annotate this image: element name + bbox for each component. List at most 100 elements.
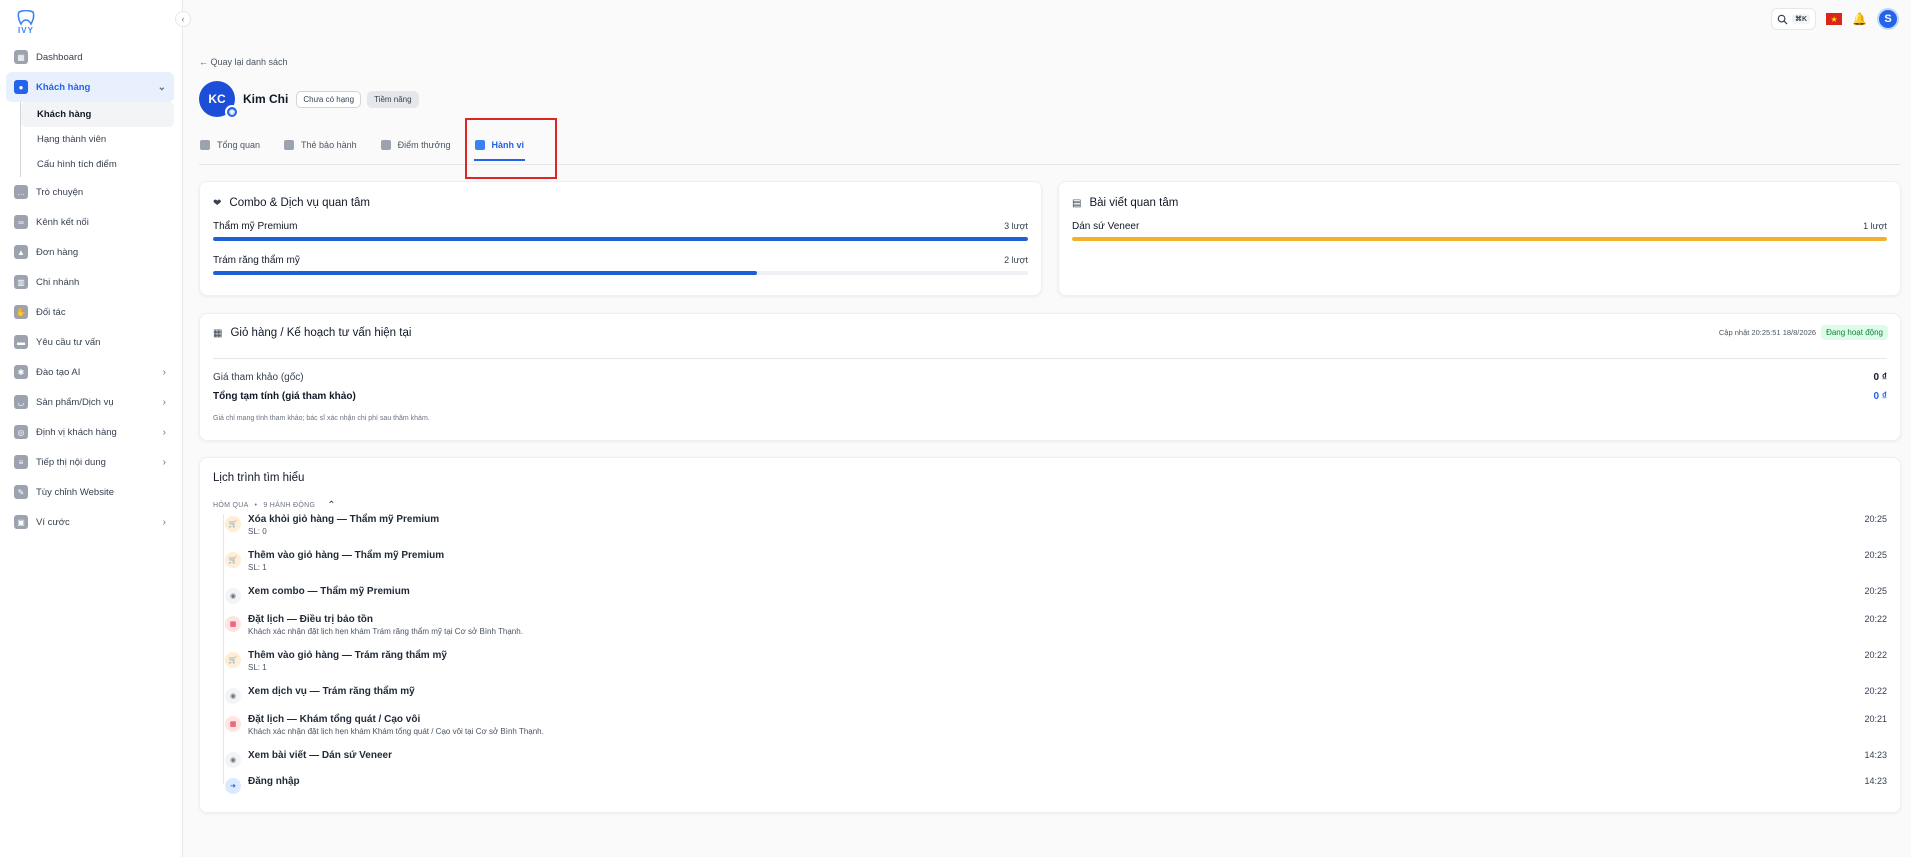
customers-subnav: Khách hàng Hạng thành viên Cấu hình tích…	[20, 102, 174, 177]
search-button[interactable]: ⌘K	[1770, 8, 1817, 30]
sidebar-item-ai-training[interactable]: ✱ Đào tạo AI ›	[6, 357, 174, 387]
timeline-event: ▦ Đặt lịch — Điều trị bảo tồn Khách xác nh…	[213, 614, 1887, 636]
sidebar-item-label: Sản phẩm/Dịch vụ	[36, 396, 114, 408]
eye-icon: ◉	[225, 752, 241, 768]
eye-icon: ◉	[225, 688, 241, 704]
target-icon: ◎	[14, 425, 28, 439]
building-icon: ▥	[14, 275, 28, 289]
timeline-event-detail: Khách xác nhận đặt lịch hẹn khám Khám tổ…	[248, 727, 544, 736]
collapse-sidebar-button[interactable]: ‹	[175, 11, 191, 27]
journey-action-count: 9 HÀNH ĐỘNG	[263, 502, 316, 509]
sidebar-item-wallet[interactable]: ▣ Ví cước ›	[6, 507, 174, 537]
articles-list: Dán sứ Veneer 1 lượt	[1072, 221, 1887, 241]
back-to-list-link[interactable]: ← Quay lại danh sách	[199, 57, 288, 67]
sidebar-subitem-customers[interactable]: Khách hàng	[21, 102, 174, 127]
sidebar: IVY ▦ Dashboard ● Khách hàng ⌄ Khách hàng H…	[0, 0, 183, 857]
sidebar-item-label: Dashboard	[36, 51, 83, 63]
ivy-logo[interactable]: IVY	[12, 10, 40, 35]
sidebar-subitem-points-config[interactable]: Cấu hình tích điểm	[21, 152, 174, 177]
sidebar-item-customer-targeting[interactable]: ◎ Định vị khách hàng ›	[6, 417, 174, 447]
sidebar-item-label: Tiếp thị nội dung	[36, 456, 106, 468]
inbox-icon: ▬	[14, 335, 28, 349]
bell-icon[interactable]: 🔔	[1852, 12, 1867, 26]
tooth-logo-icon	[17, 10, 35, 26]
login-icon: ➜	[225, 778, 241, 794]
timeline-event-text: Xem combo — Thẩm mỹ Premium	[248, 586, 410, 604]
sidebar-item-website[interactable]: ✎ Tùy chỉnh Website	[6, 477, 174, 507]
timeline-event-text: Xem bài viết — Dán sứ Veneer	[248, 750, 392, 768]
calculator-icon: ▦	[213, 327, 223, 339]
cart-card: ▦ Giỏ hàng / Kế hoạch tư vấn hiện tại Cập…	[199, 313, 1901, 441]
sidebar-item-label: Đơn hàng	[36, 246, 79, 258]
timeline-event-text: Xem dịch vụ — Trám răng thẩm mỹ	[248, 686, 415, 704]
sidebar-item-customers[interactable]: ● Khách hàng ⌄	[6, 72, 174, 102]
customer-name: Kim Chi	[243, 92, 289, 106]
timeline-event-title: Đặt lịch — Điều trị bảo tồn	[248, 614, 374, 625]
chevron-right-icon: ›	[162, 456, 166, 468]
combo-list: Thẩm mỹ Premium 3 lượt Trám răng thẩm mỹ 2…	[213, 221, 1028, 275]
combo-card: ❤ Combo & Dịch vụ quan tâm Thẩm mỹ Premiu…	[199, 181, 1042, 296]
article-item-name: Dán sứ Veneer	[1072, 221, 1140, 232]
sidebar-item-label: Yêu cầu tư vấn	[36, 336, 101, 348]
vietnam-flag-icon[interactable]: ★	[1826, 13, 1843, 25]
sidebar-item-partners[interactable]: ✋ Đối tác	[6, 297, 174, 327]
dot-separator: •	[254, 502, 258, 509]
tab-overview[interactable]: Tổng quan	[199, 130, 261, 160]
sidebar-item-consult-requests[interactable]: ▬ Yêu cầu tư vấn	[6, 327, 174, 357]
subtotal-value: 0 ₫	[1873, 391, 1887, 402]
cart-icon: 🛒	[225, 516, 241, 532]
combo-card-title: ❤ Combo & Dịch vụ quan tâm	[213, 197, 1028, 209]
sidebar-item-label: Tùy chỉnh Website	[36, 486, 114, 498]
price-disclaimer: Giá chỉ mang tính tham khảo; bác sĩ xác …	[213, 415, 430, 422]
website-icon: ✎	[14, 485, 28, 499]
status-badge: Tiềm năng	[367, 90, 419, 108]
journey-day-header[interactable]: HÔM QUA • 9 HÀNH ĐỘNG ⌃	[213, 500, 336, 511]
customer-avatar: KC ◉	[199, 81, 239, 119]
cart-divider	[213, 358, 1887, 359]
chevron-right-icon: ›	[162, 516, 166, 528]
combo-item: Trám răng thẩm mỹ 2 lượt	[213, 255, 1028, 275]
timeline-event: ▦ Đặt lịch — Khám tổng quát / Cạo vôi Khác…	[213, 714, 1887, 736]
timeline-event: 🛒 Thêm vào giỏ hàng — Thẩm mỹ Premium SL: …	[213, 550, 1887, 572]
sidebar-item-products[interactable]: ◡ Sản phẩm/Dịch vụ ›	[6, 387, 174, 417]
tab-warranty-cards[interactable]: Thẻ bảo hành	[283, 130, 358, 160]
customer-initials: KC	[208, 92, 226, 106]
sidebar-nav: ▦ Dashboard ● Khách hàng ⌄ Khách hàng Hạng …	[6, 42, 174, 537]
sidebar-item-dashboard[interactable]: ▦ Dashboard	[6, 42, 174, 72]
timeline-event: ➜ Đăng nhập 14:23	[213, 776, 1887, 794]
bag-icon: ▲	[14, 245, 28, 259]
timeline-event-text: Đăng nhập	[248, 776, 300, 794]
search-icon	[1777, 14, 1788, 25]
dashboard-icon: ▦	[14, 50, 28, 64]
topbar-actions: ⌘K ★ 🔔 S	[1770, 8, 1899, 30]
book-icon: ▤	[1072, 197, 1082, 209]
sidebar-item-label: Ví cước	[36, 516, 70, 528]
timeline-event-text: Xóa khỏi giỏ hàng — Thẩm mỹ Premium SL: 0	[248, 514, 439, 536]
wallet-icon: ▣	[14, 515, 28, 529]
cart-status-badge: Đang hoạt động	[1821, 325, 1888, 340]
timeline-event-title: Xem bài viết — Dán sứ Veneer	[248, 750, 392, 761]
sidebar-item-channels[interactable]: ∞ Kênh kết nối	[6, 207, 174, 237]
sidebar-item-branches[interactable]: ▥ Chi nhánh	[6, 267, 174, 297]
timeline-event: 🛒 Thêm vào giỏ hàng — Trám răng thẩm mỹ SL…	[213, 650, 1887, 672]
sidebar-subitem-membership-tiers[interactable]: Hạng thành viên	[21, 127, 174, 152]
document-icon: ≡	[14, 455, 28, 469]
timeline-event-text: Đặt lịch — Khám tổng quát / Cạo vôi Khách…	[248, 714, 544, 736]
user-avatar[interactable]: S	[1877, 8, 1899, 30]
journey-day-label: HÔM QUA	[213, 502, 249, 509]
cart-icon: 🛒	[225, 552, 241, 568]
timeline-event-time: 20:22	[1864, 650, 1887, 660]
combo-item-count: 3 lượt	[1004, 221, 1028, 231]
sidebar-item-label: Định vị khách hàng	[36, 426, 117, 438]
sidebar-item-chat[interactable]: … Trò chuyện	[6, 177, 174, 207]
cart-title-text: Giỏ hàng / Kế hoạch tư vấn hiện tại	[230, 327, 412, 339]
sidebar-item-label: Trò chuyện	[36, 186, 84, 198]
customer-tabs: Tổng quan Thẻ bảo hành Điểm thưởng Hành …	[199, 130, 1900, 165]
sidebar-item-content-marketing[interactable]: ≡ Tiếp thị nội dung ›	[6, 447, 174, 477]
chevron-down-icon: ⌄	[157, 81, 166, 93]
eye-icon: ◉	[225, 588, 241, 604]
tab-reward-points[interactable]: Điểm thưởng	[380, 130, 452, 160]
reference-price-row: Giá tham khảo (gốc) 0 ₫	[213, 372, 1887, 383]
camera-icon[interactable]: ◉	[225, 105, 239, 119]
sidebar-item-orders[interactable]: ▲ Đơn hàng	[6, 237, 174, 267]
